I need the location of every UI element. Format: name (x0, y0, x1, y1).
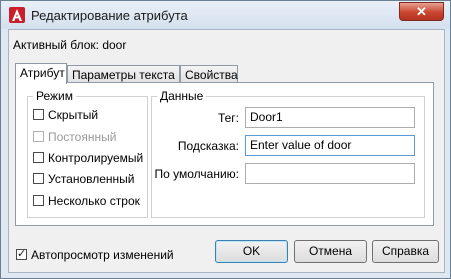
title-bar[interactable]: Редактирование атрибута ✕ (1, 1, 450, 29)
default-label: По умолчанию: (154, 167, 240, 181)
tag-input[interactable]: Door1 (245, 107, 415, 128)
data-group: Данные Тег: Door1 Подсказка: Enter value… (151, 89, 425, 218)
mode-group-title: Режим (33, 89, 76, 103)
auto-preview-box[interactable] (16, 247, 27, 260)
mode-group: Режим Скрытый Постоянный Контролируемый … (27, 89, 148, 218)
checkbox-preset-box[interactable] (33, 173, 44, 184)
checkbox-multiline-box[interactable] (33, 195, 44, 206)
autocad-icon (9, 7, 25, 23)
close-button[interactable]: ✕ (399, 2, 444, 21)
checkbox-verify-box[interactable] (33, 152, 44, 163)
active-block-label: Активный блок: door (13, 38, 127, 52)
dialog-body: Активный блок: door Атрибут Параметры те… (8, 29, 445, 273)
tab-text-options[interactable]: Параметры текста (67, 65, 180, 82)
prompt-input[interactable]: Enter value of door (245, 135, 415, 156)
tab-properties[interactable]: Свойства (180, 65, 238, 82)
tag-label: Тег: (217, 111, 239, 125)
checkbox-constant-box[interactable] (33, 131, 44, 142)
checkbox-constant-label: Постоянный (48, 130, 117, 144)
checkbox-hidden-box[interactable] (33, 109, 44, 120)
close-icon: ✕ (416, 4, 427, 19)
tab-attribute[interactable]: Атрибут (15, 63, 67, 84)
prompt-label: Подсказка: (177, 139, 239, 153)
cancel-button[interactable]: Отмена (294, 240, 367, 263)
data-group-title: Данные (157, 89, 207, 103)
tab-panel-attribute: Режим Скрытый Постоянный Контролируемый … (15, 82, 434, 226)
dialog-window: Редактирование атрибута ✕ Активный блок:… (0, 0, 451, 279)
default-input[interactable] (245, 163, 415, 184)
checkbox-verify-label: Контролируемый (48, 151, 144, 165)
auto-preview-label: Автопросмотр изменений (31, 248, 174, 262)
checkbox-hidden-label: Скрытый (48, 108, 99, 122)
help-button[interactable]: Справка (372, 240, 439, 263)
ok-button[interactable]: OK (215, 240, 288, 263)
checkbox-preset-label: Установленный (48, 172, 135, 186)
window-title: Редактирование атрибута (31, 8, 188, 23)
checkbox-multiline-label: Несколько строк (48, 194, 140, 208)
